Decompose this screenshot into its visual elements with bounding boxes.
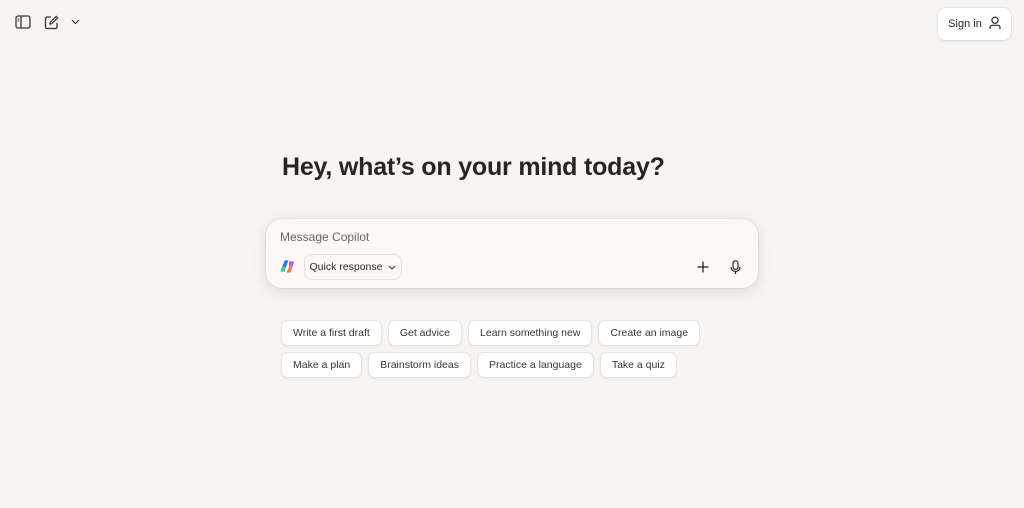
suggestion-create-image[interactable]: Create an image xyxy=(598,320,701,346)
response-mode-label: Quick response xyxy=(309,261,383,273)
copilot-home-page: Sign in Hey, what’s on your mind today? xyxy=(0,0,1024,508)
microphone-icon[interactable] xyxy=(726,258,744,276)
suggestion-learn-something-new[interactable]: Learn something new xyxy=(468,320,593,346)
suggestion-write-first-draft[interactable]: Write a first draft xyxy=(281,320,382,346)
top-toolbar xyxy=(12,12,82,32)
suggestion-row-1: Write a first draft Get advice Learn som… xyxy=(281,320,701,346)
plus-icon[interactable] xyxy=(694,258,712,276)
user-icon xyxy=(989,15,1001,33)
message-composer: Quick response xyxy=(266,219,758,288)
sidebar-toggle-icon[interactable] xyxy=(12,12,34,32)
chevron-down-icon[interactable] xyxy=(68,12,82,32)
suggestion-row-2: Make a plan Brainstorm ideas Practice a … xyxy=(281,352,701,378)
compose-icon[interactable] xyxy=(40,12,62,32)
suggestion-practice-language[interactable]: Practice a language xyxy=(476,352,594,378)
suggestion-brainstorm-ideas[interactable]: Brainstorm ideas xyxy=(368,352,471,378)
suggestion-get-advice[interactable]: Get advice xyxy=(387,320,463,346)
suggestion-make-plan[interactable]: Make a plan xyxy=(281,352,363,378)
response-mode-dropdown[interactable]: Quick response xyxy=(304,254,402,280)
sign-in-button[interactable]: Sign in xyxy=(938,8,1011,40)
suggestion-take-quiz[interactable]: Take a quiz xyxy=(599,352,677,378)
chevron-down-icon xyxy=(388,261,396,273)
suggestion-chips: Write a first draft Get advice Learn som… xyxy=(281,320,701,384)
copilot-logo-icon xyxy=(280,259,295,274)
message-input[interactable] xyxy=(280,228,740,246)
page-title: Hey, what’s on your mind today? xyxy=(282,153,665,181)
sign-in-label: Sign in xyxy=(948,18,982,30)
